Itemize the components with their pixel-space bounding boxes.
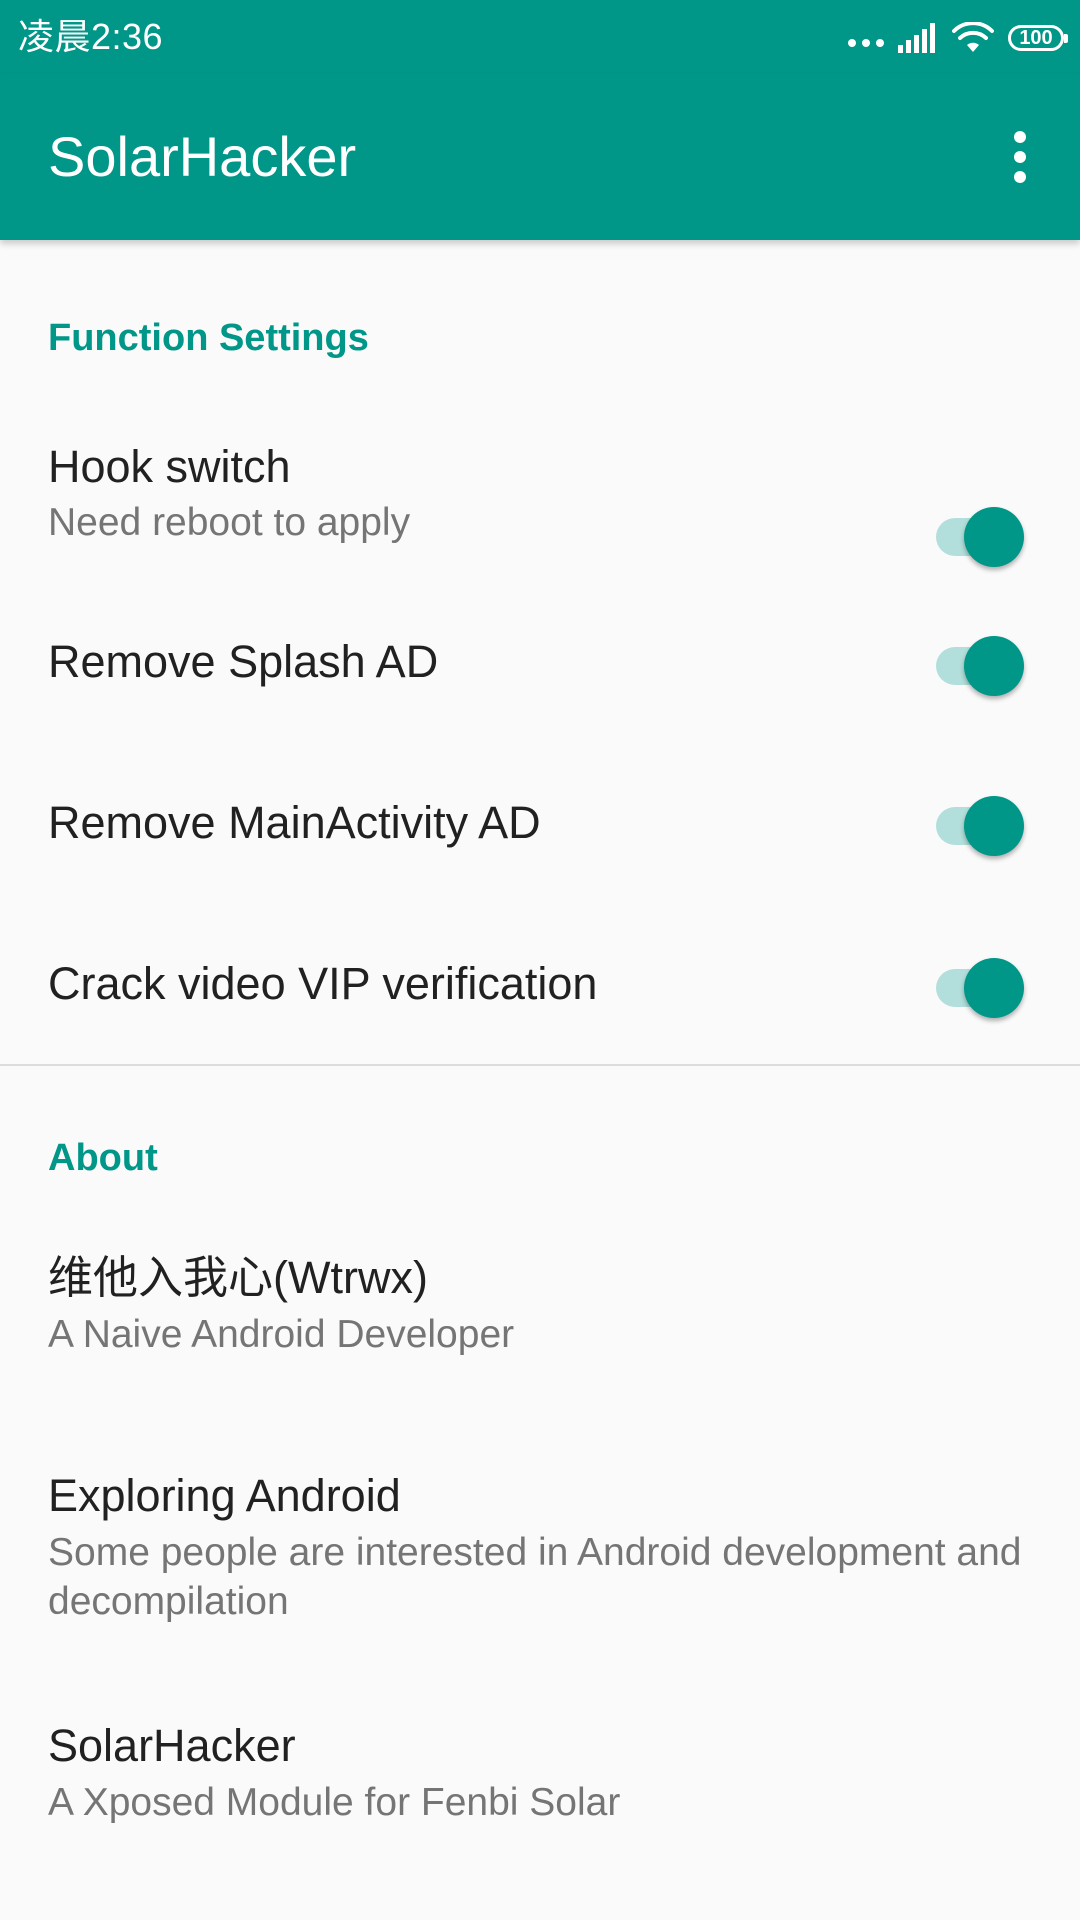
pref-title: Remove MainActivity AD [48, 797, 541, 848]
battery-level: 100 [1019, 27, 1053, 49]
category-title: About [48, 1137, 158, 1179]
pref-solarhacker[interactable]: SolarHacker A Xposed Module for Fenbi So… [0, 1672, 1080, 1842]
pref-hook-switch[interactable]: Hook switch Need reboot to apply [0, 370, 1080, 580]
switch-thumb [964, 958, 1024, 1018]
pref-title: Exploring Android [48, 1470, 401, 1521]
app-title: SolarHacker [48, 125, 357, 188]
pref-summary: Need reboot to apply [48, 501, 411, 544]
pref-title: Hook switch [48, 441, 291, 492]
status-icons: 100 [848, 18, 1068, 58]
category-about: About [0, 1066, 1080, 1188]
pref-remove-splash-ad[interactable]: Remove Splash AD [0, 580, 1080, 740]
pref-title: 维他入我心(Wtrwx) [48, 1252, 428, 1303]
switch-thumb [964, 636, 1024, 696]
app-bar: SolarHacker [0, 74, 1080, 240]
status-time: 凌晨2:36 [18, 16, 164, 57]
pref-title: SolarHacker [48, 1720, 296, 1771]
status-bar: 凌晨2:36 100 [0, 0, 1080, 74]
pref-title: Remove Splash AD [48, 636, 439, 687]
pref-exploring-android[interactable]: Exploring Android Some people are intere… [0, 1406, 1080, 1672]
pref-summary: A Naive Android Developer [48, 1313, 515, 1356]
pref-summary: Some people are interested in Android de… [48, 1531, 1022, 1623]
remove-splash-ad-toggle[interactable] [928, 630, 1024, 696]
switch-thumb [964, 507, 1024, 567]
category-title: Function Settings [48, 317, 369, 359]
hook-switch-toggle[interactable] [928, 501, 1024, 567]
switch-thumb [964, 796, 1024, 856]
pref-crack-video-vip[interactable]: Crack video VIP verification [0, 901, 1080, 1064]
more-dots-icon [848, 29, 884, 47]
signal-icon [898, 23, 935, 53]
pref-author[interactable]: 维他入我心(Wtrwx) A Naive Android Developer [0, 1188, 1080, 1406]
pref-summary: A Xposed Module for Fenbi Solar [48, 1781, 621, 1824]
pref-remove-mainactivity-ad[interactable]: Remove MainActivity AD [0, 740, 1080, 901]
preference-list: Function Settings Hook switch Need reboo… [0, 240, 1080, 1842]
pref-title: Crack video VIP verification [48, 958, 598, 1009]
category-function-settings: Function Settings [0, 240, 1080, 370]
wifi-icon [952, 22, 994, 52]
remove-mainactivity-ad-toggle[interactable] [928, 790, 1024, 856]
more-vert-icon[interactable] [984, 110, 1056, 204]
crack-video-vip-toggle[interactable] [928, 952, 1024, 1018]
battery-icon: 100 [1008, 25, 1068, 51]
